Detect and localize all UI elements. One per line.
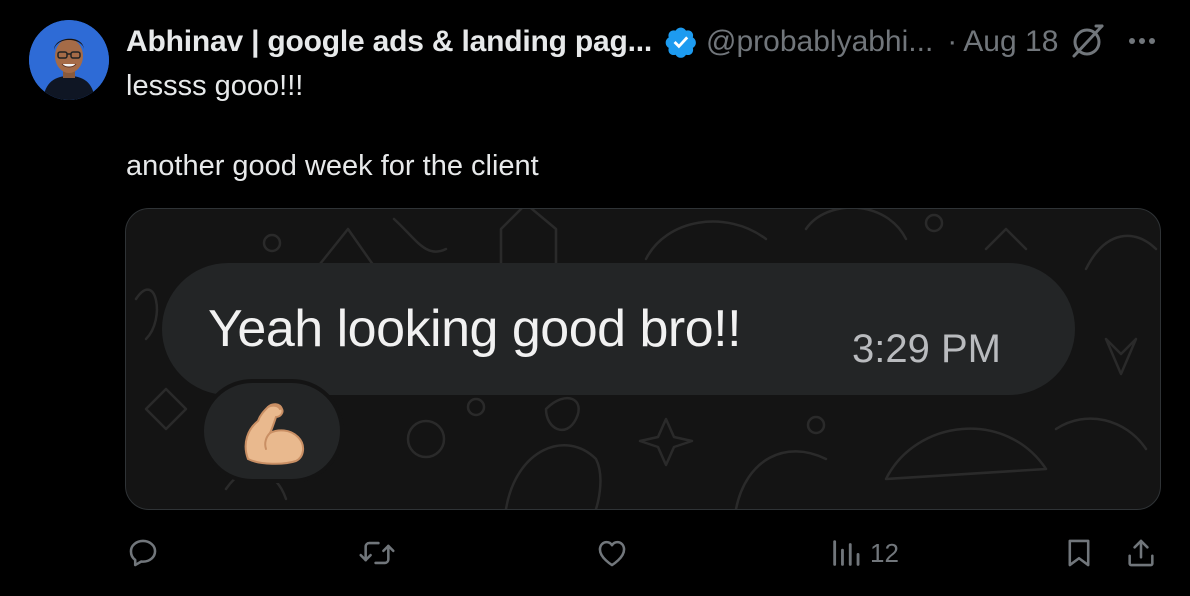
flexed-biceps-icon (244, 403, 304, 465)
verified-badge-icon[interactable] (664, 25, 698, 59)
avatar-image (29, 20, 109, 100)
reply-button[interactable] (126, 530, 168, 576)
views-count: 12 (870, 537, 899, 568)
bookmark-button[interactable] (1062, 530, 1096, 576)
chat-message-text: Yeah looking good bro!! (208, 300, 742, 358)
author-handle[interactable]: @probablyabhi... (706, 25, 933, 59)
tweet-header: Abhinav | google ads & landing pag... @p… (126, 22, 1058, 62)
retweet-button[interactable] (358, 530, 404, 576)
chat-reaction (200, 379, 344, 483)
heart-icon (598, 540, 626, 567)
views-button[interactable]: 12 (830, 530, 899, 576)
tweet-action-bar: 12 (0, 530, 1190, 576)
tweet-date[interactable]: Aug 18 (963, 25, 1058, 59)
more-icon[interactable] (1124, 26, 1160, 56)
separator-dot: · (947, 25, 958, 58)
author-name[interactable]: Abhinav | google ads & landing pag... (126, 25, 652, 59)
share-button[interactable] (1124, 530, 1158, 576)
tweet-text: lessss gooo!!! another good week for the… (126, 66, 539, 186)
author-avatar[interactable] (29, 20, 109, 100)
chat-message-bubble: Yeah looking good bro!! 3:29 PM (162, 263, 1075, 395)
views-icon (833, 540, 860, 566)
reply-icon (129, 539, 157, 567)
tweet-text-line: lessss gooo!!! (126, 70, 304, 102)
share-icon (1128, 539, 1154, 567)
retweet-icon (359, 541, 395, 565)
like-button[interactable] (594, 530, 638, 576)
tweet-text-line: another good week for the client (126, 150, 539, 182)
tweet-media-image[interactable]: Yeah looking good bro!! 3:29 PM (125, 208, 1161, 510)
grok-icon[interactable] (1068, 22, 1106, 60)
chat-message-time: 3:29 PM (852, 327, 1001, 371)
bookmark-icon (1068, 539, 1090, 567)
